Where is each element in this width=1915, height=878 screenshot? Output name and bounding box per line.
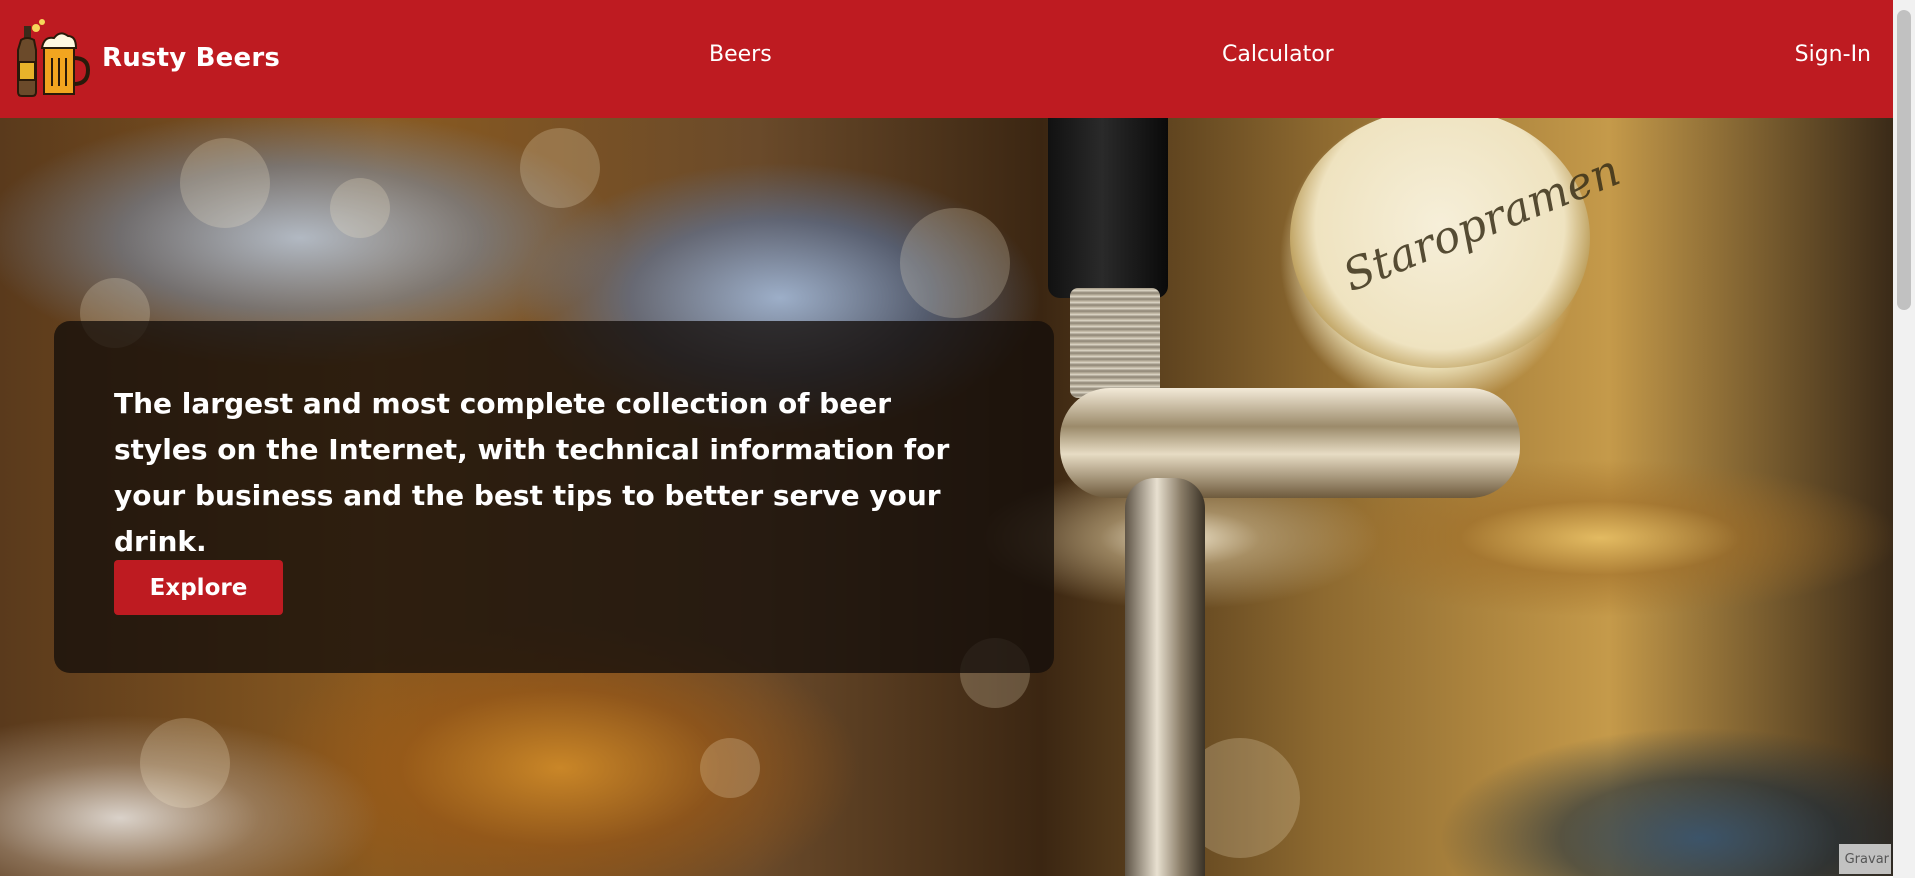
vertical-scrollbar[interactable] <box>1893 0 1915 878</box>
nav-link-calculator[interactable]: Calculator <box>1222 42 1334 67</box>
nav-link-sign-in[interactable]: Sign-In <box>1795 42 1871 67</box>
brand-name: Rusty Beers <box>102 43 281 73</box>
brand-home-link[interactable]: Rusty Beers <box>14 18 280 98</box>
beer-bottle-and-mug-icon <box>14 18 90 98</box>
page-viewport: Rusty Beers Beers Calculator Sign-In Sta… <box>0 0 1893 876</box>
hero-headline: The largest and most complete collection… <box>114 387 950 558</box>
scrollbar-thumb[interactable] <box>1897 10 1911 310</box>
nav-link-beers[interactable]: Beers <box>709 42 772 67</box>
top-navbar: Rusty Beers Beers Calculator Sign-In <box>0 0 1893 118</box>
hero-overlay-card: The largest and most complete collection… <box>54 321 1054 673</box>
explore-button[interactable]: Explore <box>114 560 283 615</box>
image-watermark: Gravar <box>1839 844 1891 874</box>
